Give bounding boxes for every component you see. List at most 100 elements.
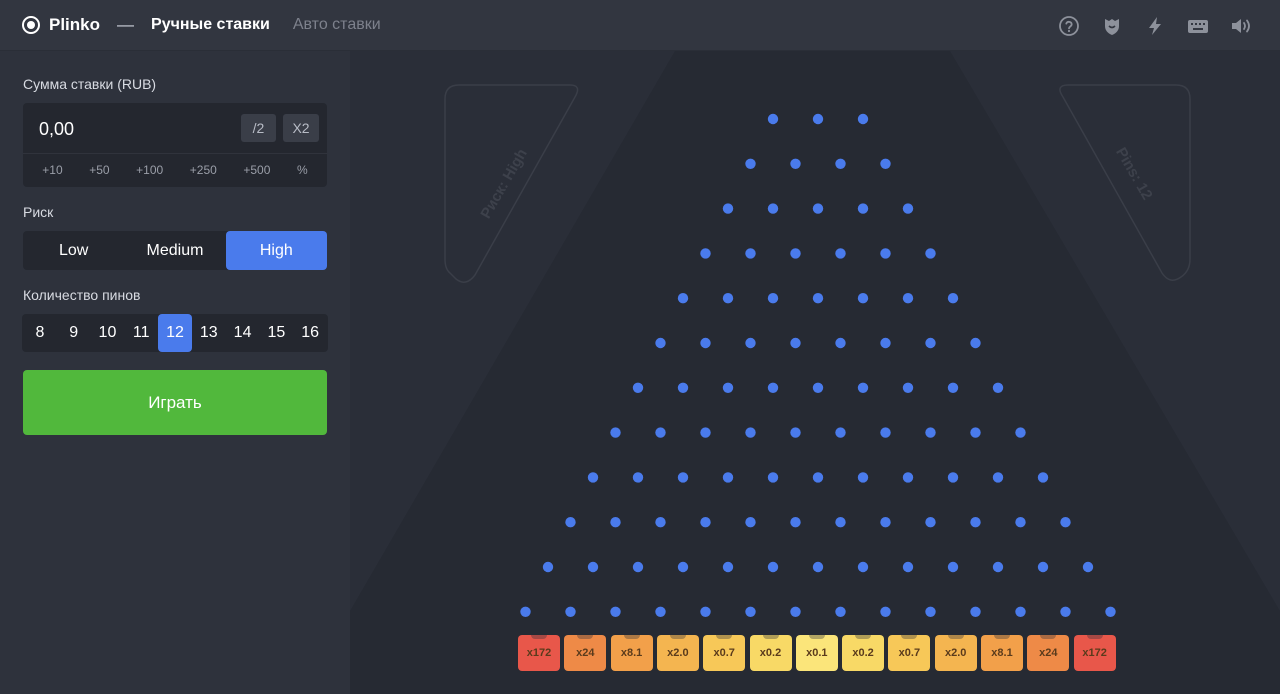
tab-manual-bets[interactable]: Ручные ставки [151,16,270,34]
pin-dot [835,427,846,438]
pin-dot [835,517,846,528]
risk-label: Риск [23,204,54,220]
play-button[interactable]: Играть [23,370,327,435]
pin-dot [812,472,824,483]
pin-dot [947,382,959,393]
pin-dot [857,293,869,304]
quick-amount-100[interactable]: +100 [136,163,163,177]
halve-bet-button[interactable]: /2 [241,114,276,142]
pin-dot [610,517,621,528]
pin-dot [992,472,1004,483]
pin-dot [902,293,914,304]
pin-dot [1015,517,1026,528]
pin-dot [655,517,666,528]
pin-dot [880,517,891,528]
board-canvas: Риск: High Pins: 12 [350,51,1280,694]
double-bet-button[interactable]: X2 [283,114,319,142]
pin-dot [745,248,756,259]
shield-icon[interactable] [1090,6,1133,46]
pin-dot [767,293,779,304]
pin-dot [880,248,891,259]
pin-dot [700,606,711,617]
pin-dot [880,337,891,349]
lightning-icon[interactable] [1133,6,1176,46]
pin-dot [947,293,959,304]
pin-dot [925,427,936,438]
bet-amount-input[interactable]: 0,00 [39,119,74,140]
keyboard-icon[interactable] [1176,6,1219,46]
pin-dot [767,561,779,573]
pins-option-14[interactable]: 14 [226,314,260,352]
volume-icon[interactable] [1219,6,1262,46]
pin-dot [812,561,824,573]
pins-option-9[interactable]: 9 [57,314,91,352]
pins-option-12[interactable]: 12 [158,314,192,352]
pin-dot [857,203,869,214]
risk-selector: Low Medium High [23,231,327,270]
pin-dot [677,293,689,304]
pin-dot [790,248,801,259]
pin-dot [992,561,1004,573]
pin-dot [925,606,936,617]
quick-amount-10[interactable]: +10 [42,163,62,177]
pin-dot [835,158,846,169]
pin-dot [700,248,711,259]
quick-amount-50[interactable]: +50 [89,163,109,177]
quick-amount-500[interactable]: +500 [243,163,270,177]
pin-dot [790,606,801,617]
risk-option-low[interactable]: Low [23,231,124,270]
pin-dot [925,248,936,259]
pin-dot [1082,561,1094,573]
pins-option-16[interactable]: 16 [293,314,327,352]
risk-option-medium[interactable]: Medium [124,231,225,270]
pin-dot [1060,606,1071,617]
pin-dot [1015,606,1026,617]
pin-dot [812,293,824,304]
quick-amount-250[interactable]: +250 [190,163,217,177]
pin-dot [835,337,846,349]
pin-dot [1037,472,1049,483]
tab-auto-bets[interactable]: Авто ставки [293,16,381,34]
help-icon[interactable] [1047,6,1090,46]
pin-dot [902,382,914,393]
header-icons [1047,0,1262,51]
pins-option-10[interactable]: 10 [91,314,125,352]
pins-option-8[interactable]: 8 [23,314,57,352]
pins-option-13[interactable]: 13 [192,314,226,352]
pin-dot [812,203,824,214]
pin-dot [880,427,891,438]
pins-option-15[interactable]: 15 [259,314,293,352]
pin-dot [1015,427,1026,438]
risk-option-high[interactable]: High [225,231,327,270]
pin-dot [902,561,914,573]
bet-amount-box: 0,00 /2 X2 +10 +50 +100 +250 +500 % [23,103,327,187]
pin-dot [970,606,981,617]
pin-dot [632,561,644,573]
pin-dot [767,472,779,483]
bet-sidebar: Сумма ставки (RUB) 0,00 /2 X2 +10 +50 +1… [0,51,350,694]
plinko-board: Риск: High Pins: 12 x172 x24 x8.1 x2.0 x0.7 x… [350,51,1280,694]
pin-dot [880,606,891,617]
quick-amount-percent[interactable]: % [297,163,308,177]
pin-dot [632,382,644,393]
pin-dot [565,606,576,617]
pin-dot [677,561,689,573]
risk-card-text: Риск: High [477,146,531,222]
pin-dot [790,158,801,169]
logo-icon [22,16,40,34]
pins-option-11[interactable]: 11 [124,314,158,352]
pin-dot [970,427,981,438]
pin-dot [610,427,621,438]
pin-dot [857,113,869,125]
pin-dot [947,561,959,573]
pin-dot [812,382,824,393]
pin-dot [722,561,734,573]
pin-dot [790,517,801,528]
pin-dot [1060,517,1071,528]
plinko-app: Plinko — Ручные ставки Авто ставки Сумма… [0,0,1280,694]
pin-dot [835,606,846,617]
pin-dot [970,337,981,349]
pin-dot [812,113,824,125]
pin-dot [970,517,981,528]
pin-dot [565,517,576,528]
